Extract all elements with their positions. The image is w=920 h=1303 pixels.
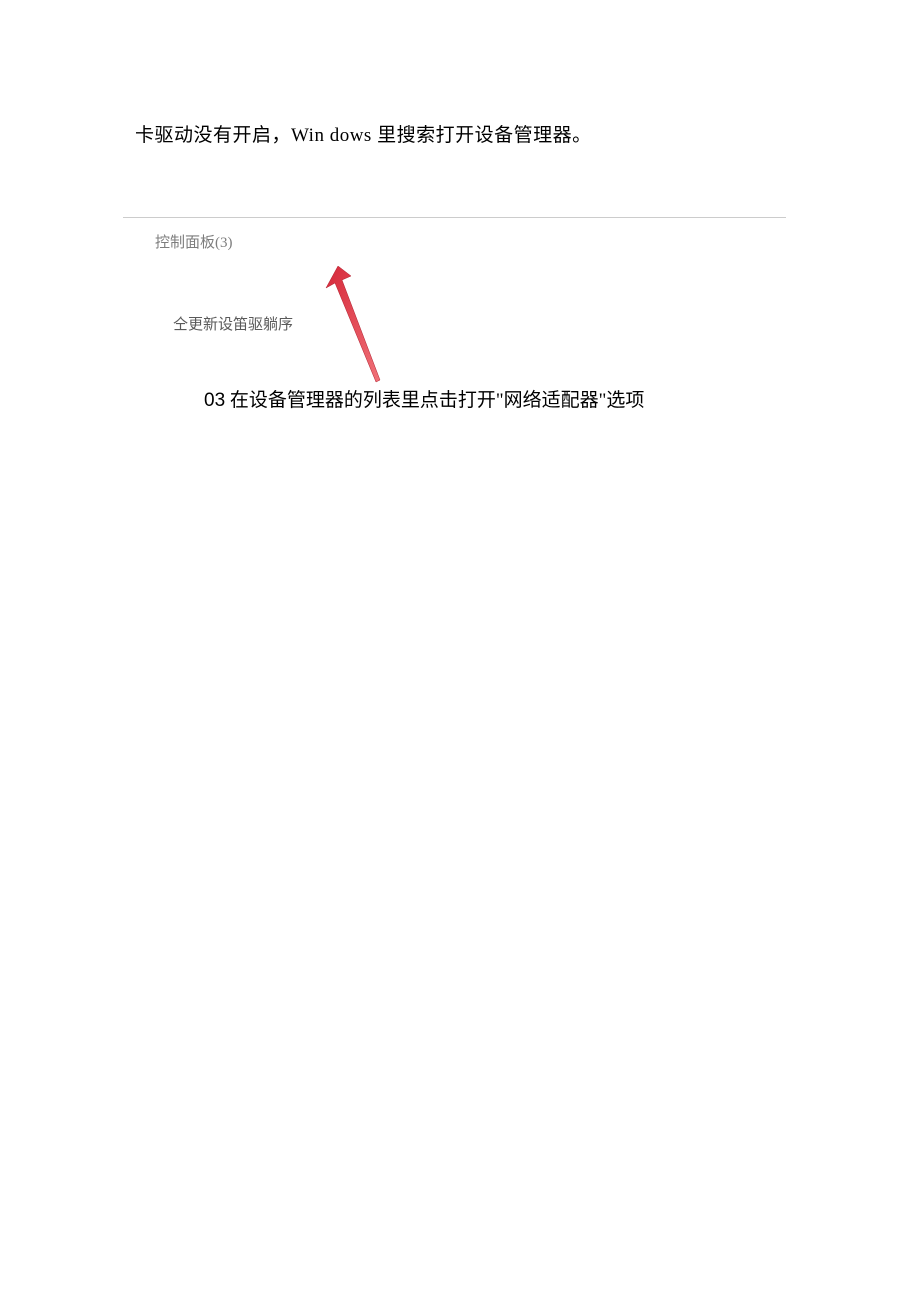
update-driver-label: 仝更新设笛驱躺序	[173, 313, 293, 334]
horizontal-divider	[123, 217, 786, 218]
step-description: 在设备管理器的列表里点击打开"网络适配器"选项	[225, 390, 644, 411]
step-03-text: 03 在设备管理器的列表里点击打开"网络适配器"选项	[204, 385, 644, 412]
intro-paragraph: 卡驱动没有开启，Win dows 里搜索打开设备管理器。	[135, 120, 592, 147]
red-arrow-annotation	[318, 266, 388, 386]
control-panel-label: 控制面板(3)	[155, 231, 233, 252]
step-number: 03	[204, 390, 225, 411]
